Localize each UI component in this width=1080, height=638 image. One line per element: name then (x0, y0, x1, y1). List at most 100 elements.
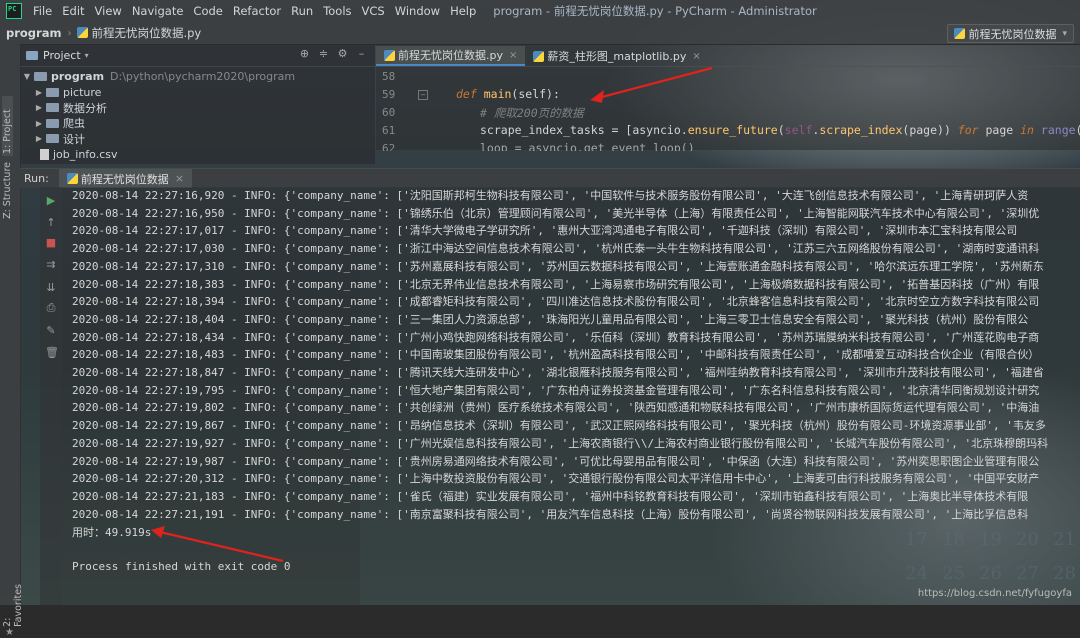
run-configuration-dropdown[interactable]: 前程无忧岗位数据 ▾ (947, 24, 1074, 43)
print-icon[interactable]: ⎙ (45, 302, 57, 314)
tab-favorites[interactable]: 2: Favorites (2, 584, 24, 627)
console-output[interactable]: 17 18 19 20 21 24 25 26 27 28 2020-08-14… (62, 187, 1080, 605)
code-token: self (784, 123, 813, 137)
log-line: 2020-08-14 22:27:20,312 - INFO: {'compan… (72, 472, 1040, 486)
background-calendar-day: 18 (942, 529, 965, 550)
breadcrumb: program › 前程无忧岗位数据.py 前程无忧岗位数据 ▾ (0, 22, 1080, 45)
expand-arrow-icon[interactable]: ▶ (34, 88, 44, 97)
log-line: 2020-08-14 22:27:21,191 - INFO: {'compan… (72, 507, 1029, 521)
log-line: 2020-08-14 22:27:18,404 - INFO: {'compan… (72, 312, 1029, 326)
tree-item-design[interactable]: ▶ 设计 (20, 131, 375, 147)
tab-label: 前程无忧岗位数据.py (398, 49, 503, 62)
scroll-to-end-icon[interactable]: ⇊ (45, 282, 57, 294)
fold-icon[interactable]: − (418, 90, 428, 100)
code-token: in (1020, 123, 1034, 137)
tab-editor-chart-file[interactable]: 薪资_柱形图_matplotlib.py × (525, 46, 708, 66)
line-number: 60 (382, 106, 396, 119)
folder-icon (46, 103, 59, 113)
folder-icon (46, 134, 59, 144)
code-area[interactable]: 58 59 60 61 62 − def main(self): # 爬取200… (376, 67, 1080, 151)
tree-item-picture[interactable]: ▶ picture (20, 85, 375, 101)
menu-vcs[interactable]: VCS (357, 4, 390, 18)
soft-wrap-icon[interactable]: ⇉ (45, 259, 57, 271)
up-arrow-icon[interactable]: ↑ (45, 217, 57, 229)
chevron-down-icon[interactable]: ▾ (85, 51, 89, 60)
menu-bar: File Edit View Navigate Code Refactor Ru… (0, 0, 1080, 22)
tree-item-job-info-csv[interactable]: job_info.csv (20, 147, 375, 163)
rerun-icon[interactable]: ▶ (45, 195, 57, 207)
tree-item-crawler[interactable]: ▶ 爬虫 (20, 116, 375, 132)
tab-project[interactable]: 1: Project (2, 96, 13, 156)
menu-view[interactable]: View (90, 4, 127, 18)
log-line: 2020-08-14 22:27:16,920 - INFO: {'compan… (72, 189, 1029, 202)
tree-root-label: program (51, 70, 105, 84)
tree-root-path: D:\python\pycharm2020\program (110, 70, 296, 84)
close-icon[interactable]: × (692, 51, 700, 62)
tree-item-data-analysis[interactable]: ▶ 数据分析 (20, 100, 375, 116)
collapse-icon[interactable]: ≑ (318, 48, 329, 59)
project-panel-title[interactable]: Project (43, 49, 81, 62)
csv-file-icon (40, 148, 49, 160)
run-panel-label: Run: (24, 172, 49, 185)
project-folder-icon (26, 50, 38, 60)
expand-arrow-icon[interactable]: ▶ (34, 119, 44, 128)
code-line-62: loop = asyncio.get_event_loop() (480, 141, 695, 151)
line-number: 58 (382, 70, 396, 83)
code-token: (page)) (902, 123, 958, 137)
menu-file[interactable]: File (28, 4, 57, 18)
menu-run[interactable]: Run (286, 4, 318, 18)
folder-icon (46, 87, 59, 97)
menu-tools[interactable]: Tools (318, 4, 356, 18)
expand-arrow-icon[interactable]: ▶ (34, 103, 44, 112)
background-calendar-day: 24 (905, 563, 928, 584)
code-token: ( (1076, 123, 1080, 137)
locate-icon[interactable]: ⊕ (299, 48, 310, 59)
tab-run-config[interactable]: 前程无忧岗位数据 × (58, 169, 193, 188)
run-panel-header: Run: 前程无忧岗位数据 × (20, 168, 1080, 188)
tree-item-label: 爬虫 (63, 117, 85, 131)
background-calendar-day: 26 (979, 563, 1002, 584)
close-icon[interactable]: × (175, 172, 184, 185)
tab-structure[interactable]: Z: Structure (2, 162, 13, 219)
menu-window[interactable]: Window (390, 4, 445, 18)
python-file-icon (954, 28, 966, 39)
expand-arrow-icon[interactable]: ▼ (22, 72, 32, 81)
background-calendar-day: 28 (1053, 563, 1076, 584)
hide-icon[interactable]: – (356, 48, 367, 59)
menu-code[interactable]: Code (188, 4, 227, 18)
tree-root[interactable]: ▼ program D:\python\pycharm2020\program (20, 69, 375, 85)
log-line: 2020-08-14 22:27:18,483 - INFO: {'compan… (72, 348, 1040, 362)
log-line: 2020-08-14 22:27:17,030 - INFO: {'compan… (72, 242, 1040, 256)
log-line: 2020-08-14 22:27:18,434 - INFO: {'compan… (72, 330, 1040, 344)
stop-icon[interactable]: ■ (45, 237, 57, 249)
tab-label: 薪资_柱形图_matplotlib.py (547, 50, 687, 63)
pin-icon[interactable]: ✎ (45, 325, 57, 337)
python-file-icon (384, 49, 395, 61)
log-line: 2020-08-14 22:27:19,927 - INFO: {'compan… (72, 436, 1049, 450)
window-title: program - 前程无忧岗位数据.py - PyCharm - Admini… (493, 4, 817, 18)
project-panel: Project ▾ ⊕ ≑ ⚙ – ▼ program D:\python\py… (20, 44, 375, 164)
close-icon[interactable]: × (509, 50, 517, 61)
line-number: 62 (382, 142, 396, 151)
menu-navigate[interactable]: Navigate (127, 4, 189, 18)
log-line: 2020-08-14 22:27:17,310 - INFO: {'compan… (72, 259, 1044, 273)
tool-window-stripe: 1: Project Z: Structure 2: Favorites ★ (0, 44, 24, 638)
expand-arrow-icon[interactable]: ▶ (34, 134, 44, 143)
code-keyword: def (456, 87, 477, 101)
code-line-61: scrape_index_tasks = [asyncio.ensure_fut… (480, 123, 1080, 137)
menu-refactor[interactable]: Refactor (228, 4, 286, 18)
code-token: range (1040, 123, 1076, 137)
menu-edit[interactable]: Edit (57, 4, 89, 18)
log-line: 2020-08-14 22:27:19,795 - INFO: {'compan… (72, 383, 1040, 397)
code-token: scrape_index_tasks = [asyncio. (480, 123, 688, 137)
background-calendar-day: 20 (1016, 529, 1039, 550)
log-line: 2020-08-14 22:27:17,017 - INFO: {'compan… (72, 224, 1018, 238)
gear-icon[interactable]: ⚙ (337, 48, 348, 59)
project-panel-tools: ⊕ ≑ ⚙ – (299, 48, 367, 59)
trash-icon[interactable]: 🗑 (45, 347, 59, 359)
tab-editor-main-file[interactable]: 前程无忧岗位数据.py × (376, 46, 526, 66)
breadcrumb-project[interactable]: program (0, 26, 67, 40)
menu-help[interactable]: Help (445, 4, 481, 18)
breadcrumb-file[interactable]: 前程无忧岗位数据.py (71, 25, 207, 41)
log-line: 2020-08-14 22:27:19,867 - INFO: {'compan… (72, 419, 1046, 433)
